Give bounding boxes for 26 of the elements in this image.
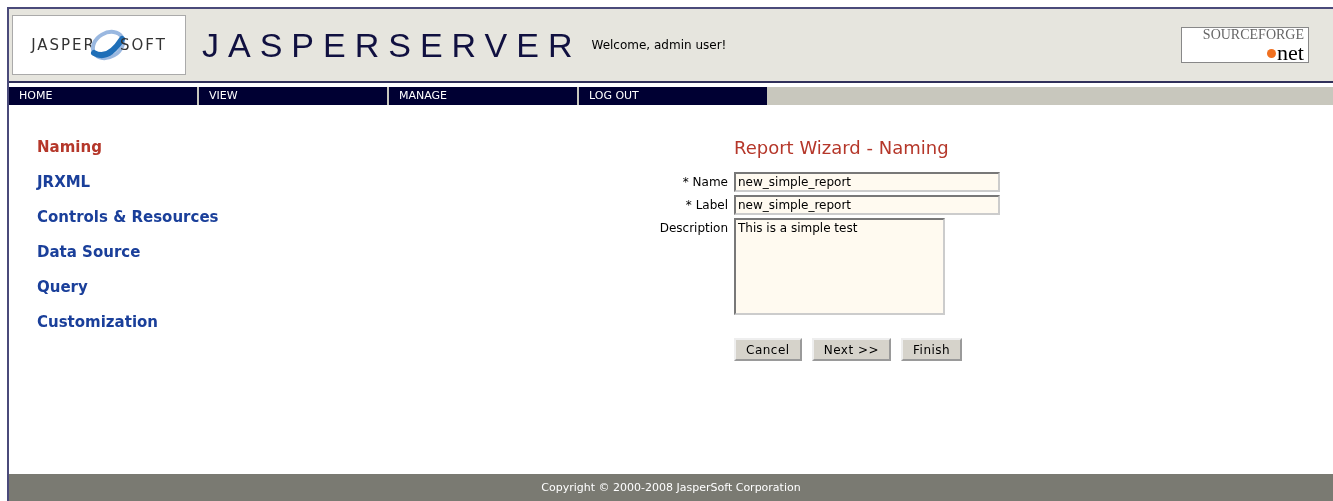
company-logo: JASPER SOFT xyxy=(12,15,186,75)
welcome-text: Welcome, admin user! xyxy=(591,38,727,52)
description-field[interactable]: This is a simple test xyxy=(734,218,945,315)
field-label: * Label xyxy=(684,197,728,214)
field-label: Description xyxy=(658,220,728,237)
dot-icon xyxy=(1267,48,1277,58)
wizard-step-link[interactable]: Naming xyxy=(37,137,102,157)
nav-link[interactable]: HOME xyxy=(9,87,197,105)
partner-logo: SOURCEFORGE net xyxy=(1181,27,1309,63)
form-button[interactable]: Next >> xyxy=(811,338,892,361)
nav-link[interactable]: MANAGE xyxy=(389,87,577,105)
wizard-step-link[interactable]: Query xyxy=(37,277,88,297)
text-field[interactable]: new_simple_report xyxy=(734,195,1000,215)
text-field[interactable]: new_simple_report xyxy=(734,172,1000,192)
wizard-step-link[interactable]: JRXML xyxy=(37,172,91,192)
form-title: Report Wizard - Naming xyxy=(734,137,950,159)
nav-link[interactable]: LOG OUT xyxy=(579,87,767,105)
field-label: * Name xyxy=(681,174,728,191)
form-button[interactable]: Cancel xyxy=(734,338,802,361)
nav-link[interactable]: VIEW xyxy=(199,87,387,105)
wizard-step-link[interactable]: Data Source xyxy=(37,242,141,262)
form-button[interactable]: Finish xyxy=(901,338,963,361)
wizard-step-link[interactable]: Controls & Resources xyxy=(37,207,219,227)
wizard-step-link[interactable]: Customization xyxy=(37,312,158,332)
product-logo: JASPERSERVER xyxy=(202,25,582,65)
copyright-text: Copyright © 2000-2008 JasperSoft Corporation xyxy=(541,481,801,494)
